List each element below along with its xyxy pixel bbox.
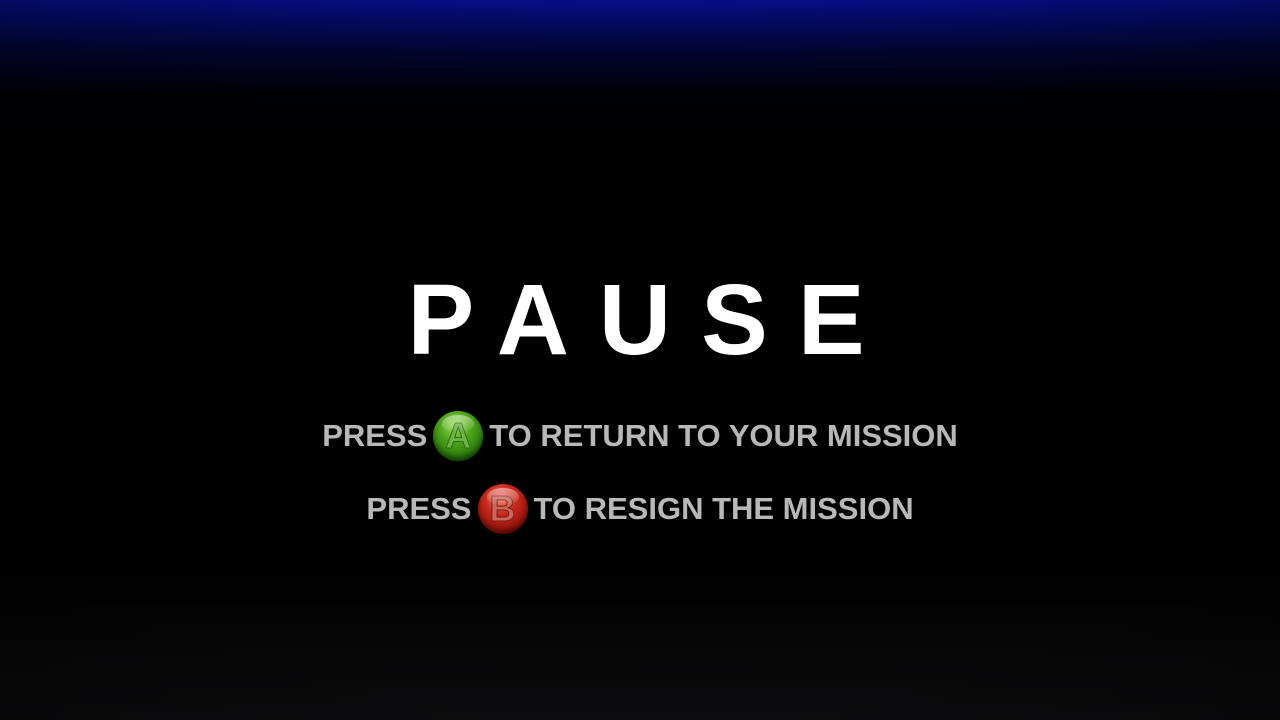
a-button-icon: A — [433, 411, 484, 461]
b-button-icon: B — [477, 484, 528, 534]
b-button-letter: B — [489, 488, 516, 529]
press-label: PRESS — [366, 491, 472, 526]
return-to-mission-option[interactable]: PRESS A TO RETURN TO YOUR MISSION — [0, 411, 1280, 461]
a-button-letter: A — [445, 415, 472, 456]
resign-mission-option[interactable]: PRESS B TO RESIGN THE MISSION — [0, 484, 1280, 534]
resign-mission-label: TO RESIGN THE MISSION — [533, 491, 914, 526]
press-label: PRESS — [322, 418, 428, 453]
pause-title: PAUSE — [407, 264, 895, 376]
return-to-mission-label: TO RETURN TO YOUR MISSION — [489, 418, 958, 453]
